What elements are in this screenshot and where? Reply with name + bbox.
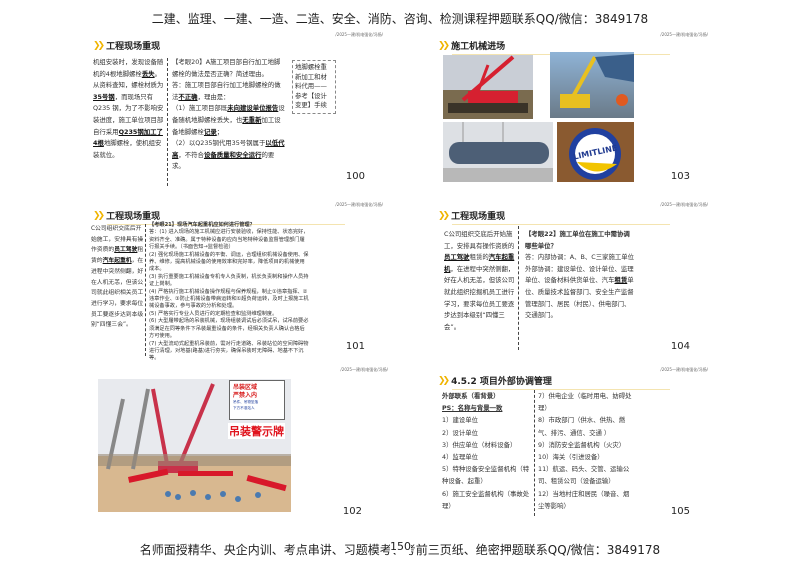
question-answer: 【考眼20】A施工项目部自行加工地脚螺栓的做法是否正确？简述理由。 答：施工项目… bbox=[172, 58, 285, 171]
vessel-photo bbox=[443, 122, 553, 182]
divider bbox=[167, 58, 168, 186]
case-text: C公司组织交底后开始施工，安排具有操作资质的员工驾驶租赁的汽车起重机，在进程中突… bbox=[91, 226, 144, 329]
question-answer: 【考眼22】施工单位在施工中需协调哪些单位？ 答：内部协调：A、B、C三家施工单… bbox=[525, 230, 635, 320]
slide-100: /2025一建/机电强化/冯扬/ ❯❯ 工程现场重现 机组安装时，发现设备随机的4… bbox=[85, 30, 405, 190]
title-rule bbox=[452, 224, 670, 225]
slide-number: 101 bbox=[345, 341, 365, 352]
slide-subtitle: /2025一建/机电强化/冯扬/ bbox=[335, 202, 383, 207]
slide-number: 100 bbox=[345, 171, 365, 182]
note-box: 地脚螺栓重新加工和材料代用——参考【设计变更】手续 bbox=[292, 60, 336, 114]
crawler-crane-photo bbox=[443, 55, 533, 119]
limitline-sticker-photo: LIMITLINE bbox=[557, 122, 634, 182]
slide-104: /2025一建/机电强化/冯扬/ ❯❯ 工程现场重现 C公司组织交底后开始施工，安… bbox=[430, 200, 730, 360]
chevron-icon: ❯❯ bbox=[438, 375, 450, 386]
warning-sign: 吊装区域 严禁入内 吊件、吊物坠落 下方不准站人 bbox=[229, 380, 285, 420]
slide-number: 104 bbox=[670, 341, 690, 352]
divider bbox=[534, 390, 535, 516]
slide-subtitle: /2025一建/机电强化/冯扬/ bbox=[335, 32, 383, 37]
page-header: 二建、监理、一建、一造、二造、安全、消防、咨询、检测课程押题联系QQ/微信：38… bbox=[151, 12, 649, 26]
slide-103: /2025一建/机电强化/冯扬/ ❯❯ 施工机械进场 LIMITLINE 103 bbox=[430, 30, 730, 190]
slide-number: 103 bbox=[670, 171, 690, 182]
slide-subtitle: /2025一建/机电强化/冯扬/ bbox=[660, 202, 708, 207]
slide-title: ❯❯ 工程现场重现 bbox=[93, 210, 161, 223]
chevron-icon: ❯❯ bbox=[438, 210, 450, 221]
truck-crane-photo bbox=[550, 52, 634, 118]
slide-title: ❯❯ 4.5.2 项目外部协调管理 bbox=[438, 375, 552, 388]
slide-number: 102 bbox=[342, 506, 362, 517]
case-text: 机组安装时，发现设备随机的4根地脚螺栓丢失。从资料查知，螺栓材质为35号钢，而现… bbox=[93, 58, 164, 159]
slide-title: ❯❯ 工程现场重现 bbox=[93, 40, 161, 53]
case-text: C公司组织交底后开始施工，安排具有操作资质的员工驾驶租赁的汽车起重机，在进程中突… bbox=[444, 230, 515, 331]
page-number: 150 bbox=[390, 540, 411, 553]
slide-subtitle: /2025一建/机电强化/冯扬/ bbox=[660, 32, 708, 37]
chevron-icon: ❯❯ bbox=[438, 40, 450, 51]
slide-title: ❯❯ 工程现场重现 bbox=[438, 210, 506, 223]
sign-caption: 吊装警示牌 bbox=[228, 423, 285, 439]
slide-101: /2025一建/机电强化/冯扬/ ❯❯ 工程现场重现 C公司组织交底后开始施工，安… bbox=[85, 200, 405, 362]
slide-title: ❯❯ 施工机械进场 bbox=[438, 40, 506, 53]
slide-102: /2025一建/机电强化/冯扬/ 吊装区域 严禁入内 吊件、吊物坠落 下方不准站… bbox=[90, 365, 410, 525]
external-parties-right: 7）供电企业（临时用电、妨碍处理） 8）市政部门（供水、供热、燃气、排污、通信、交… bbox=[538, 392, 632, 510]
question-answer: 【考眼21】现场汽车起重机应如何进行管理？ 答：(1) 进入现场的施工机械应进行… bbox=[149, 222, 309, 362]
divider bbox=[518, 226, 519, 350]
divider bbox=[145, 224, 146, 356]
slide-105: /2025一建/机电强化/冯扬/ ❯❯ 4.5.2 项目外部协调管理 外部联系（看… bbox=[430, 365, 730, 525]
chevron-icon: ❯❯ bbox=[93, 210, 105, 221]
slide-subtitle: /2025一建/机电强化/冯扬/ bbox=[340, 367, 388, 372]
chevron-icon: ❯❯ bbox=[93, 40, 105, 51]
slide-subtitle: /2025一建/机电强化/冯扬/ bbox=[660, 367, 708, 372]
external-parties-left: 外部联系（看背景） PS：名称与背景一致 1）建设单位 2）设计单位 3）供应单位（… bbox=[442, 392, 530, 510]
slide-number: 105 bbox=[670, 506, 690, 517]
